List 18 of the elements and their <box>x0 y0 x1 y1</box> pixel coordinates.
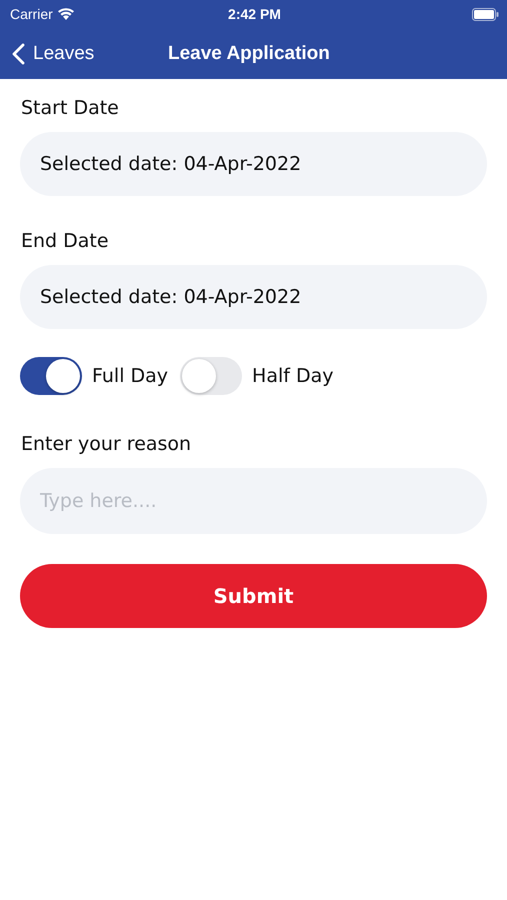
field-label: Enter your reason <box>21 433 192 455</box>
wifi-icon <box>56 7 75 21</box>
toggle-switch[interactable] <box>20 357 82 395</box>
field-label: End Date <box>21 230 110 252</box>
back-button[interactable]: Leaves <box>12 42 168 64</box>
chevron-left-icon <box>12 42 25 64</box>
toggle-switch[interactable] <box>180 357 242 395</box>
reason-input[interactable]: Type here.... <box>20 468 487 534</box>
submit-button[interactable]: Submit <box>20 564 487 628</box>
field-label: Start Date <box>21 97 120 119</box>
date-field[interactable]: Selected date: 04-Apr-2022 <box>20 132 487 196</box>
toggle-label: Full Day <box>92 365 168 387</box>
page-title: Leave Application <box>168 42 330 64</box>
battery-icon <box>472 8 499 20</box>
clock-text: 2:42 PM <box>228 6 281 22</box>
carrier-text: Carrier <box>10 6 53 22</box>
date-field[interactable]: Selected date: 04-Apr-2022 <box>20 265 487 329</box>
toggle-label: Half Day <box>252 365 334 387</box>
